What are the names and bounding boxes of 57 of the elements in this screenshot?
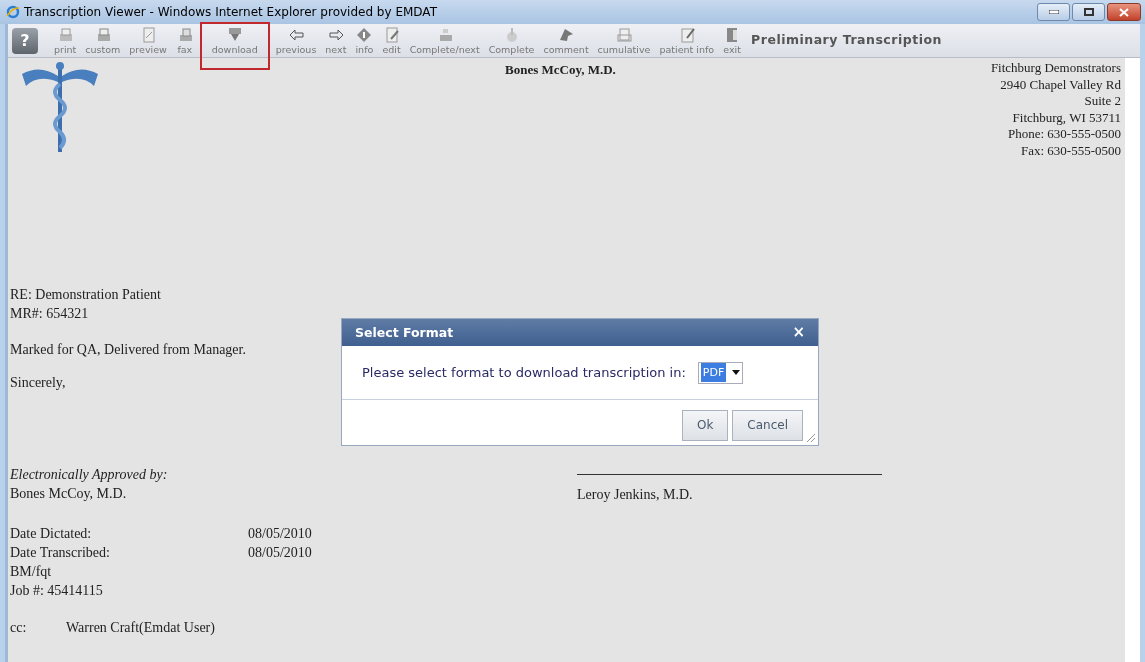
cc-label: cc:: [10, 619, 28, 637]
toolbar-button[interactable]: exit: [720, 23, 745, 58]
toolbar-button[interactable]: edit: [379, 23, 404, 58]
dialog-title: Select Format: [355, 324, 454, 342]
dialog-button[interactable]: Cancel: [732, 410, 803, 441]
toolbar-button[interactable]: Complete/next: [406, 23, 483, 58]
dialog-prompt: Please select format to download transcription in:: [362, 364, 686, 382]
doctor-name: Bones McCoy, M.D.: [505, 61, 616, 79]
job-number: Job #: 45414115: [10, 582, 103, 600]
toolbar-button[interactable]: Complete: [485, 23, 538, 58]
maximize-button[interactable]: [1072, 3, 1105, 21]
format-select[interactable]: PDF: [697, 361, 744, 384]
toolbar-button[interactable]: print: [51, 23, 80, 58]
browser-logo-icon: [6, 5, 20, 19]
initials-text: BM/fqt: [10, 563, 52, 581]
cc-name: Warren Craft(Emdat User): [66, 619, 215, 637]
date-value: 08/05/2010: [248, 525, 312, 543]
toolbar-button[interactable]: custom: [82, 23, 124, 58]
toolbar-button[interactable]: cumulative: [594, 23, 654, 58]
resize-grip-icon: [806, 433, 816, 443]
address-line: 2940 Chapel Valley Rd: [1000, 76, 1121, 93]
toolbar-button[interactable]: info: [352, 23, 377, 58]
toolbar-button[interactable]: download: [199, 22, 270, 70]
maximize-icon: [1083, 8, 1094, 16]
date-label: Date Dictated:: [10, 525, 93, 543]
closing-text: Sincerely,: [10, 374, 66, 392]
close-icon: [1119, 7, 1129, 17]
help-button[interactable]: ?: [12, 27, 38, 54]
approved-label: Electronically Approved by:: [10, 466, 168, 484]
window-title: Transcription Viewer - Windows Internet Explorer provided by EMDAT: [24, 4, 437, 21]
info-icon: [355, 26, 374, 44]
mr-number: MR#: 654321: [10, 305, 89, 323]
address-line: Fitchburg, WI 53711: [1012, 109, 1121, 126]
minimize-icon: [1048, 10, 1059, 14]
date-value: 08/05/2010: [248, 544, 312, 562]
body-text: Marked for QA, Delivered from Manager.: [10, 341, 246, 359]
minimize-button[interactable]: [1037, 3, 1070, 21]
address-line: Fitchburg Demonstrators: [990, 60, 1121, 77]
dropdown-caret-icon: [732, 370, 741, 375]
toolbar-button[interactable]: previous: [272, 23, 320, 58]
toolbar-button[interactable]: patient info: [656, 23, 718, 58]
patient-line: RE: Demonstration Patient: [10, 286, 161, 304]
close-button[interactable]: ×: [792, 325, 805, 340]
address-line: Phone: 630-555-0500: [1007, 126, 1121, 143]
toolbar-button[interactable]: next: [322, 23, 350, 58]
toolbar-button[interactable]: preview: [126, 23, 170, 58]
approver-name: Bones McCoy, M.D.: [10, 485, 128, 503]
status-title: Preliminary Transcription: [751, 31, 942, 50]
dialog-button[interactable]: Ok: [681, 410, 729, 441]
address-line: Suite 2: [1084, 93, 1121, 110]
toolbar-button[interactable]: fax: [172, 23, 197, 58]
caduceus-logo-icon: [20, 60, 100, 155]
close-button[interactable]: [1107, 3, 1141, 21]
cosigner-name: Leroy Jenkins, M.D.: [577, 474, 882, 504]
toolbar-button[interactable]: comment: [540, 23, 592, 58]
address-line: Fax: 630-555-0500: [1020, 142, 1121, 159]
date-label: Date Transcribed:: [10, 544, 111, 562]
